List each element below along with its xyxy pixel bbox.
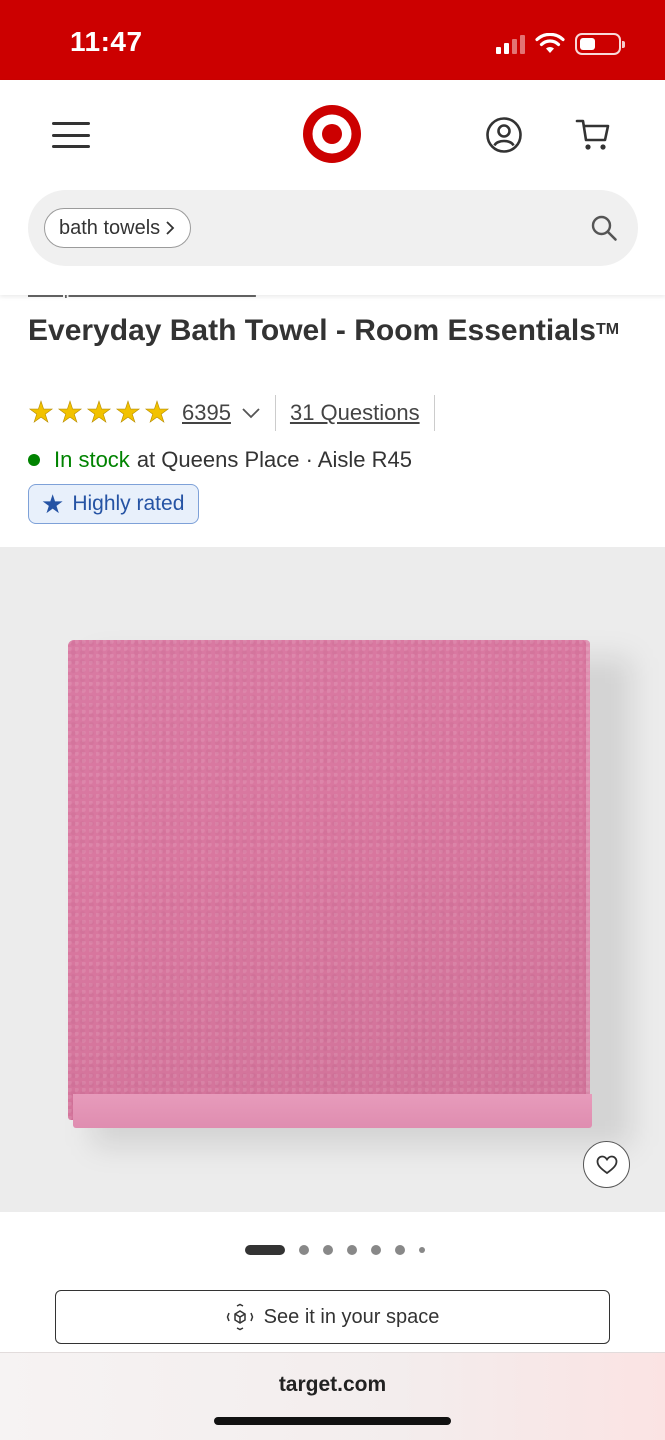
towel-band (73, 1094, 592, 1128)
search-chip-label: bath towels (59, 216, 161, 239)
pagination-dot[interactable] (370, 1245, 381, 1255)
stock-indicator-dot (28, 454, 40, 466)
target-bullseye-logo[interactable] (302, 104, 362, 164)
search-query-chip[interactable]: bath towels (44, 208, 192, 248)
star-icon: ★ (86, 396, 113, 429)
status-icons (496, 32, 625, 56)
ar-button-label: See it in your space (263, 1305, 440, 1328)
chevron-right-icon (166, 221, 175, 235)
pagination-dot[interactable] (322, 1245, 333, 1255)
trademark-symbol: TM (595, 321, 620, 338)
stock-location: at Queens Place · Aisle R45 (136, 447, 412, 472)
hamburger-menu-icon[interactable] (52, 118, 90, 152)
image-pagination (0, 1244, 665, 1256)
cart-icon[interactable] (574, 116, 612, 154)
product-title: Everyday Bath Towel - Room EssentialsTM (28, 310, 628, 351)
pagination-dot[interactable] (244, 1245, 285, 1255)
home-indicator[interactable] (214, 1417, 451, 1425)
highly-rated-badge: ★ Highly rated (28, 484, 200, 524)
see-it-in-your-space-button[interactable]: See it in your space (55, 1290, 610, 1344)
wifi-icon (535, 33, 565, 53)
chevron-down-icon[interactable] (241, 406, 261, 420)
browser-url-bar[interactable]: target.com (0, 1352, 665, 1440)
heart-icon (596, 1155, 617, 1174)
url-text: target.com (278, 1373, 387, 1396)
account-icon[interactable] (485, 116, 523, 154)
rating-row: ★ ★ ★ ★ ★ 6395 31 Questions (28, 395, 449, 431)
favorite-button[interactable] (583, 1141, 630, 1188)
star-icon: ★ (41, 489, 65, 519)
status-bar: 11:47 (0, 0, 665, 80)
battery-icon (575, 33, 625, 55)
ar-cube-icon (226, 1303, 253, 1331)
battery-level (580, 38, 596, 50)
star-icon: ★ (57, 396, 84, 429)
product-title-text: Everyday Bath Towel - Room Essentials (28, 314, 596, 347)
badge-label: Highly rated (72, 492, 185, 515)
search-icon[interactable] (590, 214, 618, 242)
search-bar[interactable]: bath towels (28, 190, 638, 266)
signal-icon (496, 34, 525, 54)
rating-stars[interactable]: ★ ★ ★ ★ ★ (28, 396, 171, 429)
app-header: bath towels (0, 80, 665, 295)
divider (433, 395, 435, 431)
divider (274, 395, 276, 431)
product-image-gallery[interactable] (0, 547, 665, 1212)
stock-status: In stock (54, 447, 130, 472)
questions-link[interactable]: 31 Questions (290, 400, 420, 426)
status-time: 11:47 (70, 26, 143, 57)
star-icon: ★ (115, 396, 142, 429)
towel-image (68, 640, 592, 1128)
pagination-dot[interactable] (346, 1245, 357, 1255)
pagination-dot[interactable] (418, 1247, 425, 1253)
review-count-link[interactable]: 6395 (182, 400, 231, 426)
stock-row: In stock at Queens Place · Aisle R45 (28, 447, 412, 473)
pagination-dot[interactable] (298, 1245, 309, 1255)
pagination-dot[interactable] (394, 1245, 405, 1255)
star-icon: ★ (28, 396, 55, 429)
star-icon: ★ (144, 396, 171, 429)
